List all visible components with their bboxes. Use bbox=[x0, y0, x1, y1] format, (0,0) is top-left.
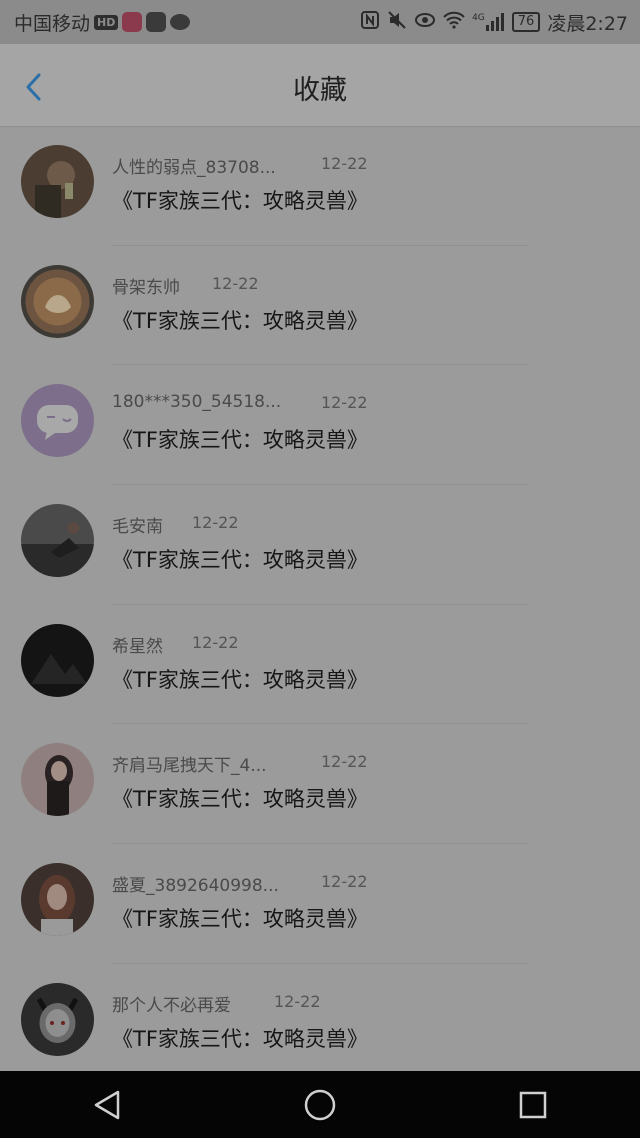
nav-header: 收藏 bbox=[0, 44, 640, 127]
user-name: 希星然 bbox=[112, 636, 163, 657]
app-notification-icon bbox=[122, 12, 143, 32]
item-title[interactable]: 《TF家族三代：攻略灵兽》 bbox=[112, 903, 368, 933]
chat-placeholder-icon bbox=[21, 384, 94, 458]
list-item[interactable]: 盛夏_3892640998... 12-22 《TF家族三代：攻略灵兽》 bbox=[0, 844, 640, 964]
user-name: 齐肩马尾拽天下_4... bbox=[112, 756, 267, 777]
status-bar: 中国移动 HD 4G 76 凌晨2:27 bbox=[0, 0, 640, 44]
nfc-icon bbox=[360, 10, 380, 35]
item-date: 12-22 bbox=[321, 393, 368, 413]
carrier-label: 中国移动 bbox=[14, 12, 91, 35]
item-title[interactable]: 《TF家族三代：攻略灵兽》 bbox=[112, 185, 368, 215]
list-item[interactable]: 希星然 12-22 《TF家族三代：攻略灵兽》 bbox=[0, 605, 640, 725]
item-date: 12-22 bbox=[192, 513, 239, 533]
signal-icon: 4G bbox=[472, 13, 505, 31]
square-recents-icon bbox=[520, 1091, 547, 1118]
list-item[interactable]: 骨架东帅 12-22 《TF家族三代：攻略灵兽》 bbox=[0, 246, 640, 366]
avatar[interactable] bbox=[21, 264, 94, 338]
clock: 凌晨2:27 bbox=[547, 12, 628, 35]
eye-icon bbox=[414, 11, 436, 34]
system-nav-bar bbox=[0, 1071, 640, 1138]
item-title[interactable]: 《TF家族三代：攻略灵兽》 bbox=[112, 544, 368, 574]
user-name: 180***350_54518... bbox=[112, 392, 282, 413]
network-type-label: 4G bbox=[472, 13, 485, 23]
avatar[interactable] bbox=[21, 504, 94, 578]
status-left: 中国移动 HD bbox=[14, 9, 191, 36]
favorites-list: 人性的弱点_83708... 12-22 《TF家族三代：攻略灵兽》 骨架东帅 … bbox=[0, 126, 640, 1084]
page-title: 收藏 bbox=[293, 75, 347, 106]
message-icon bbox=[170, 14, 191, 30]
list-item[interactable]: 齐肩马尾拽天下_4... 12-22 《TF家族三代：攻略灵兽》 bbox=[0, 724, 640, 845]
nav-home-button[interactable] bbox=[290, 1075, 350, 1135]
avatar[interactable] bbox=[21, 982, 94, 1056]
app-notification-icon-2 bbox=[146, 12, 167, 32]
user-name: 骨架东帅 bbox=[112, 277, 180, 298]
list-item[interactable]: 那个人不必再爱 12-22 《TF家族三代：攻略灵兽》 bbox=[0, 964, 640, 1084]
item-date: 12-22 bbox=[192, 632, 239, 652]
item-title[interactable]: 《TF家族三代：攻略灵兽》 bbox=[112, 783, 368, 813]
item-date: 12-22 bbox=[321, 872, 368, 892]
status-right: 4G 76 凌晨2:27 bbox=[360, 9, 628, 36]
avatar[interactable] bbox=[21, 743, 94, 817]
list-item[interactable]: 人性的弱点_83708... 12-22 《TF家族三代：攻略灵兽》 bbox=[0, 126, 640, 246]
item-title[interactable]: 《TF家族三代：攻略灵兽》 bbox=[112, 1023, 368, 1053]
item-title[interactable]: 《TF家族三代：攻略灵兽》 bbox=[112, 305, 368, 335]
avatar[interactable] bbox=[21, 384, 94, 458]
avatar[interactable] bbox=[21, 145, 94, 218]
nav-back-button[interactable] bbox=[77, 1075, 137, 1135]
item-title[interactable]: 《TF家族三代：攻略灵兽》 bbox=[112, 664, 368, 694]
list-item[interactable]: 毛安南 12-22 《TF家族三代：攻略灵兽》 bbox=[0, 485, 640, 605]
circle-home-icon bbox=[304, 1089, 336, 1120]
hd-badge: HD bbox=[94, 14, 119, 30]
avatar[interactable] bbox=[21, 863, 94, 937]
mute-icon bbox=[387, 10, 407, 35]
avatar[interactable] bbox=[21, 623, 94, 697]
list-item[interactable]: 180***350_54518... 12-22 《TF家族三代：攻略灵兽》 bbox=[0, 365, 640, 486]
item-date: 12-22 bbox=[321, 154, 368, 173]
item-date: 12-22 bbox=[212, 273, 259, 293]
item-title[interactable]: 《TF家族三代：攻略灵兽》 bbox=[112, 424, 368, 454]
user-name: 毛安南 bbox=[112, 517, 163, 538]
user-name: 那个人不必再爱 bbox=[112, 995, 231, 1016]
battery-icon: 76 bbox=[511, 12, 541, 32]
item-date: 12-22 bbox=[321, 752, 368, 772]
user-name: 人性的弱点_83708... bbox=[112, 158, 276, 178]
nav-recents-button[interactable] bbox=[503, 1075, 563, 1135]
triangle-back-icon bbox=[94, 1090, 119, 1119]
wifi-icon bbox=[443, 11, 465, 34]
user-name: 盛夏_3892640998... bbox=[112, 876, 279, 897]
item-date: 12-22 bbox=[274, 991, 321, 1011]
